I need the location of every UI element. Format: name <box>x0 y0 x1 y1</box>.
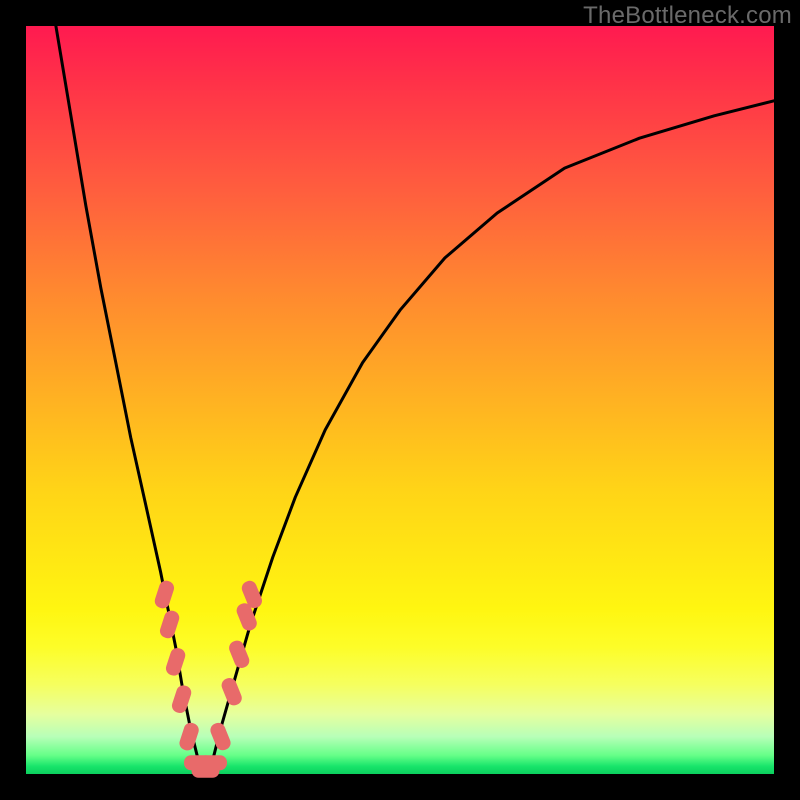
chart-frame: TheBottleneck.com <box>0 0 800 800</box>
bottleneck-curve-path <box>56 26 774 774</box>
marker-dash <box>178 721 201 752</box>
marker-dash <box>153 579 176 610</box>
marker-dash <box>199 755 227 770</box>
curve-svg <box>26 26 774 774</box>
marker-dash <box>158 609 181 640</box>
marker-dash <box>220 676 244 708</box>
marker-dash <box>227 639 251 671</box>
plot-area <box>26 26 774 774</box>
marker-dash <box>164 646 187 677</box>
marker-dash <box>208 721 232 753</box>
highlighted-points <box>153 579 264 778</box>
bottleneck-curve <box>56 26 774 774</box>
marker-dash <box>170 684 193 715</box>
